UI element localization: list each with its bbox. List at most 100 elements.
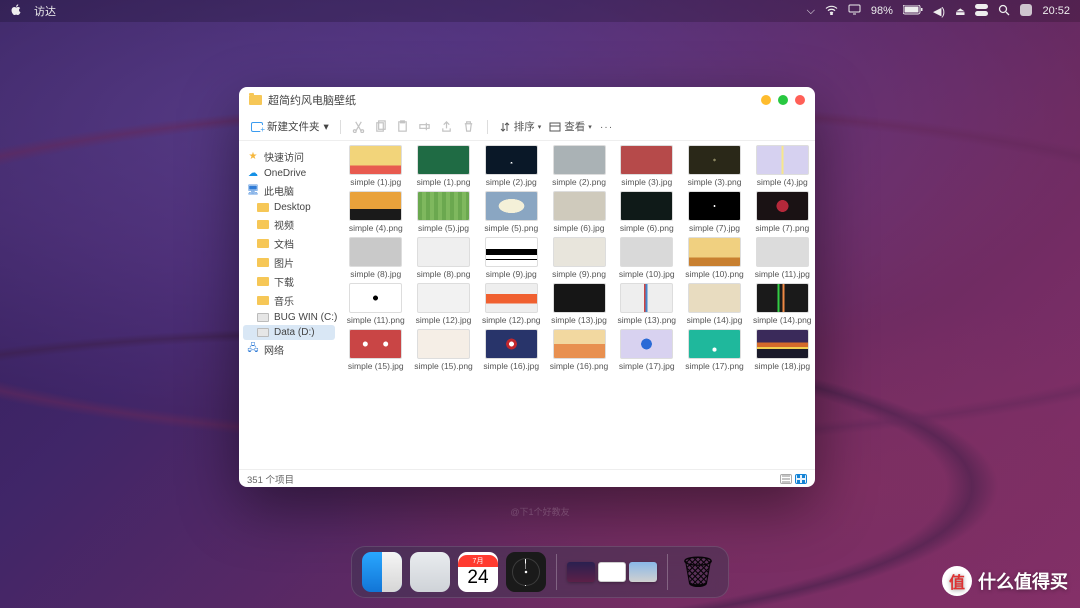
file-item[interactable]: simple (6).png — [616, 191, 678, 233]
delete-icon[interactable] — [462, 120, 476, 134]
dock-calendar[interactable]: 7月 24 — [458, 552, 498, 592]
file-item[interactable]: simple (10).png — [684, 237, 746, 279]
siri-icon[interactable] — [1020, 4, 1032, 19]
file-item[interactable]: simple (4).png — [345, 191, 407, 233]
folder-icon — [249, 95, 262, 105]
view-button[interactable]: 查看▾ — [549, 119, 592, 134]
bluetooth-icon[interactable]: ⌵ — [807, 5, 815, 18]
file-item[interactable]: simple (17).jpg — [616, 329, 678, 371]
file-item[interactable]: simple (11).png — [345, 283, 407, 325]
file-item[interactable]: simple (3).png — [684, 145, 746, 187]
search-icon[interactable] — [998, 4, 1010, 19]
folder-icon — [257, 220, 269, 229]
volume-icon[interactable]: ◀︎) — [933, 5, 945, 18]
file-item[interactable]: simple (4).jpg — [751, 145, 813, 187]
close-button[interactable] — [795, 95, 805, 105]
dock-trash[interactable]: 🗑 — [678, 552, 718, 592]
file-name: simple (11).jpg — [755, 269, 810, 279]
battery-icon[interactable] — [903, 5, 923, 18]
titlebar[interactable]: 超简约风电脑壁纸 — [239, 87, 815, 113]
eject-icon[interactable]: ⏏ — [955, 5, 965, 18]
sidebar-item[interactable]: 下载 — [243, 272, 335, 291]
new-folder-button[interactable]: 新建文件夹 ▾ — [251, 119, 329, 134]
file-item[interactable]: simple (8).png — [413, 237, 475, 279]
sidebar-item[interactable]: 图片 — [243, 253, 335, 272]
sidebar-item[interactable]: BUG WIN (C:) — [243, 310, 335, 325]
file-item[interactable]: simple (18).jpg — [751, 329, 813, 371]
drive-icon — [257, 313, 269, 322]
file-item[interactable]: simple (5).jpg — [413, 191, 475, 233]
icons-view-button[interactable] — [795, 474, 807, 484]
file-item[interactable]: simple (5).png — [480, 191, 542, 233]
file-item[interactable]: simple (6).jpg — [548, 191, 610, 233]
dock-minimized-windows[interactable] — [567, 562, 657, 582]
file-name: simple (3).jpg — [621, 177, 672, 187]
file-name: simple (1).png — [417, 177, 471, 187]
file-item[interactable]: simple (15).jpg — [345, 329, 407, 371]
paste-icon[interactable] — [396, 120, 410, 134]
file-name: simple (15).png — [414, 361, 473, 371]
dock: 7月 24 🗑 — [351, 546, 729, 598]
file-item[interactable]: simple (17).png — [684, 329, 746, 371]
control-center-icon[interactable] — [975, 4, 988, 19]
file-name: simple (6).png — [620, 223, 674, 233]
minimize-button[interactable] — [761, 95, 771, 105]
details-view-button[interactable] — [780, 474, 792, 484]
file-item[interactable]: simple (13).png — [616, 283, 678, 325]
file-item[interactable]: simple (1).jpg — [345, 145, 407, 187]
sidebar-item[interactable]: 视频 — [243, 215, 335, 234]
watermark-badge-icon: 值 — [942, 566, 972, 596]
share-icon[interactable] — [440, 120, 454, 134]
copy-icon[interactable] — [374, 120, 388, 134]
file-thumbnail — [553, 145, 606, 175]
file-name: simple (16).png — [550, 361, 609, 371]
file-item[interactable]: simple (2).jpg — [480, 145, 542, 187]
file-thumbnail — [417, 191, 470, 221]
more-icon[interactable]: ··· — [600, 121, 614, 133]
file-item[interactable]: simple (8).jpg — [345, 237, 407, 279]
file-item[interactable]: simple (12).png — [480, 283, 542, 325]
file-item[interactable]: simple (16).png — [548, 329, 610, 371]
file-item[interactable]: simple (15).png — [413, 329, 475, 371]
cut-icon[interactable] — [352, 120, 366, 134]
file-item[interactable]: simple (9).png — [548, 237, 610, 279]
dock-launchpad[interactable] — [410, 552, 450, 592]
file-item[interactable]: simple (3).jpg — [616, 145, 678, 187]
dock-finder[interactable] — [362, 552, 402, 592]
display-icon[interactable] — [848, 4, 861, 18]
sidebar-item[interactable]: Data (D:) — [243, 325, 335, 340]
file-item[interactable]: simple (2).png — [548, 145, 610, 187]
sort-button[interactable]: 排序▾ — [499, 119, 542, 134]
sidebar-item[interactable]: Desktop — [243, 200, 335, 215]
file-name: simple (10).jpg — [619, 269, 675, 279]
rename-icon[interactable] — [418, 120, 432, 134]
cloud-icon: ☁ — [247, 169, 259, 179]
file-item[interactable]: simple (12).jpg — [413, 283, 475, 325]
file-item[interactable]: simple (16).jpg — [480, 329, 542, 371]
file-item[interactable]: simple (1).png — [413, 145, 475, 187]
file-item[interactable]: simple (11).jpg — [751, 237, 813, 279]
sidebar-network[interactable]: 🖧网络 — [243, 340, 335, 359]
menubar-app-name[interactable]: 访达 — [34, 3, 56, 19]
file-item[interactable]: simple (14).jpg — [684, 283, 746, 325]
file-item[interactable]: simple (13).jpg — [548, 283, 610, 325]
menubar-clock[interactable]: 20:52 — [1042, 5, 1070, 17]
file-item[interactable]: simple (7).jpg — [684, 191, 746, 233]
sidebar-quick-access[interactable]: ★快速访问 — [243, 147, 335, 166]
sidebar-this-pc[interactable]: 🖥此电脑 — [243, 181, 335, 200]
wifi-icon[interactable] — [825, 5, 838, 18]
sidebar-item[interactable]: 文档 — [243, 234, 335, 253]
apple-logo-icon[interactable] — [10, 4, 22, 19]
file-thumbnail — [417, 237, 470, 267]
file-item[interactable]: simple (7).png — [751, 191, 813, 233]
maximize-button[interactable] — [778, 95, 788, 105]
file-thumbnail — [756, 145, 809, 175]
file-item[interactable]: simple (14).png — [751, 283, 813, 325]
dock-clock[interactable] — [506, 552, 546, 592]
file-item[interactable]: simple (10).jpg — [616, 237, 678, 279]
sidebar-onedrive[interactable]: ☁OneDrive — [243, 166, 335, 181]
sidebar-item[interactable]: 音乐 — [243, 291, 335, 310]
file-thumbnail — [485, 329, 538, 359]
file-thumbnail — [756, 237, 809, 267]
file-item[interactable]: simple (9).jpg — [480, 237, 542, 279]
